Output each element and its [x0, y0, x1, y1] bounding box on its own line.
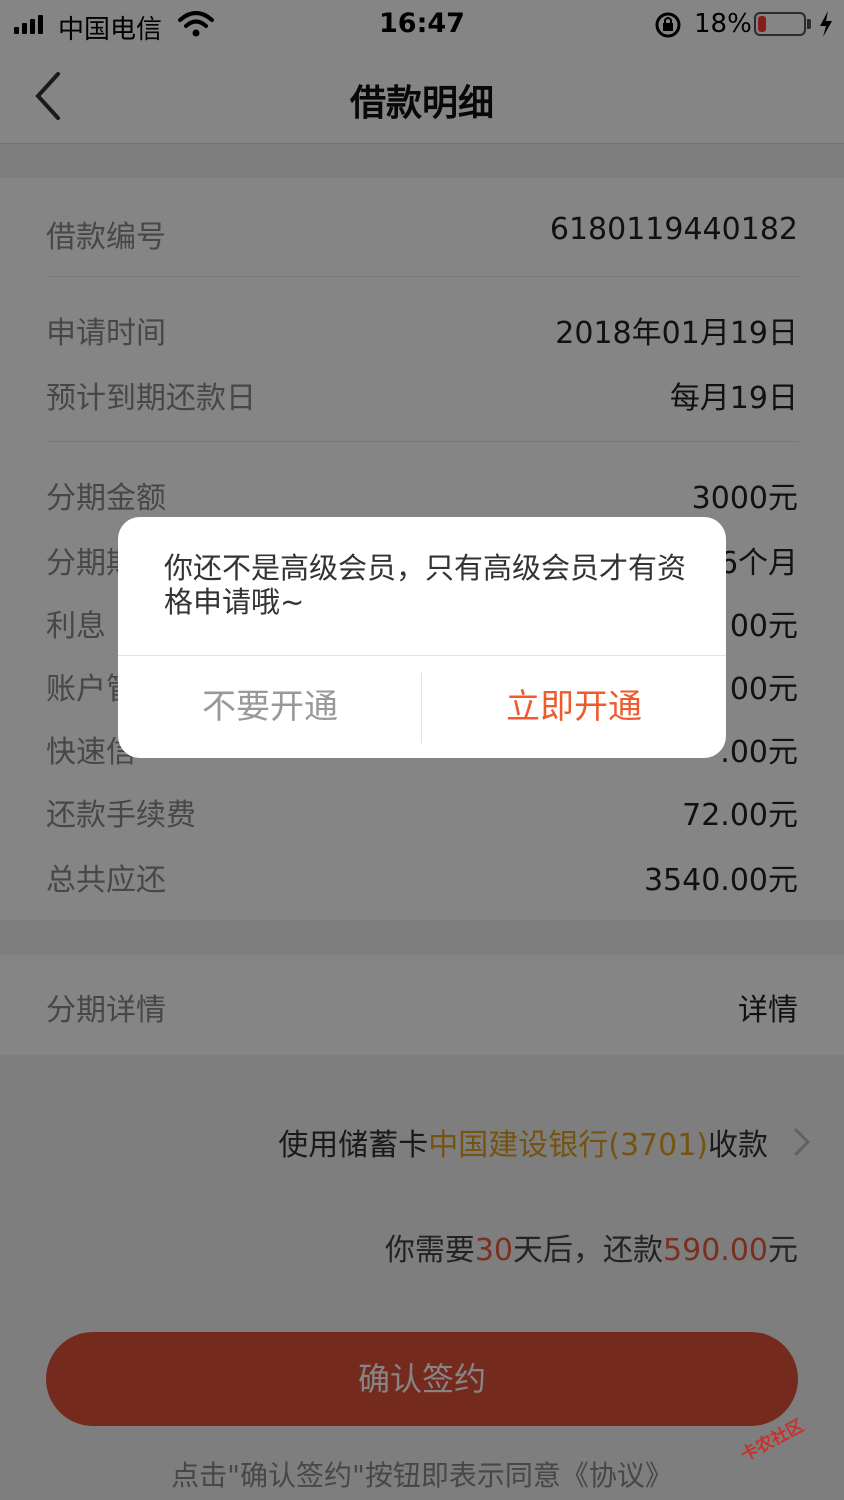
decline-button[interactable]: 不要开通 — [118, 656, 422, 758]
activate-now-button[interactable]: 立即开通 — [422, 656, 726, 758]
membership-dialog: 你还不是高级会员，只有高级会员才有资格申请哦~ 不要开通 立即开通 — [118, 517, 726, 758]
screen: 中国电信 16:47 18% 借款明细 借款编号 6180119440182 申… — [0, 0, 844, 1500]
dialog-message: 你还不是高级会员，只有高级会员才有资格申请哦~ — [164, 551, 687, 619]
